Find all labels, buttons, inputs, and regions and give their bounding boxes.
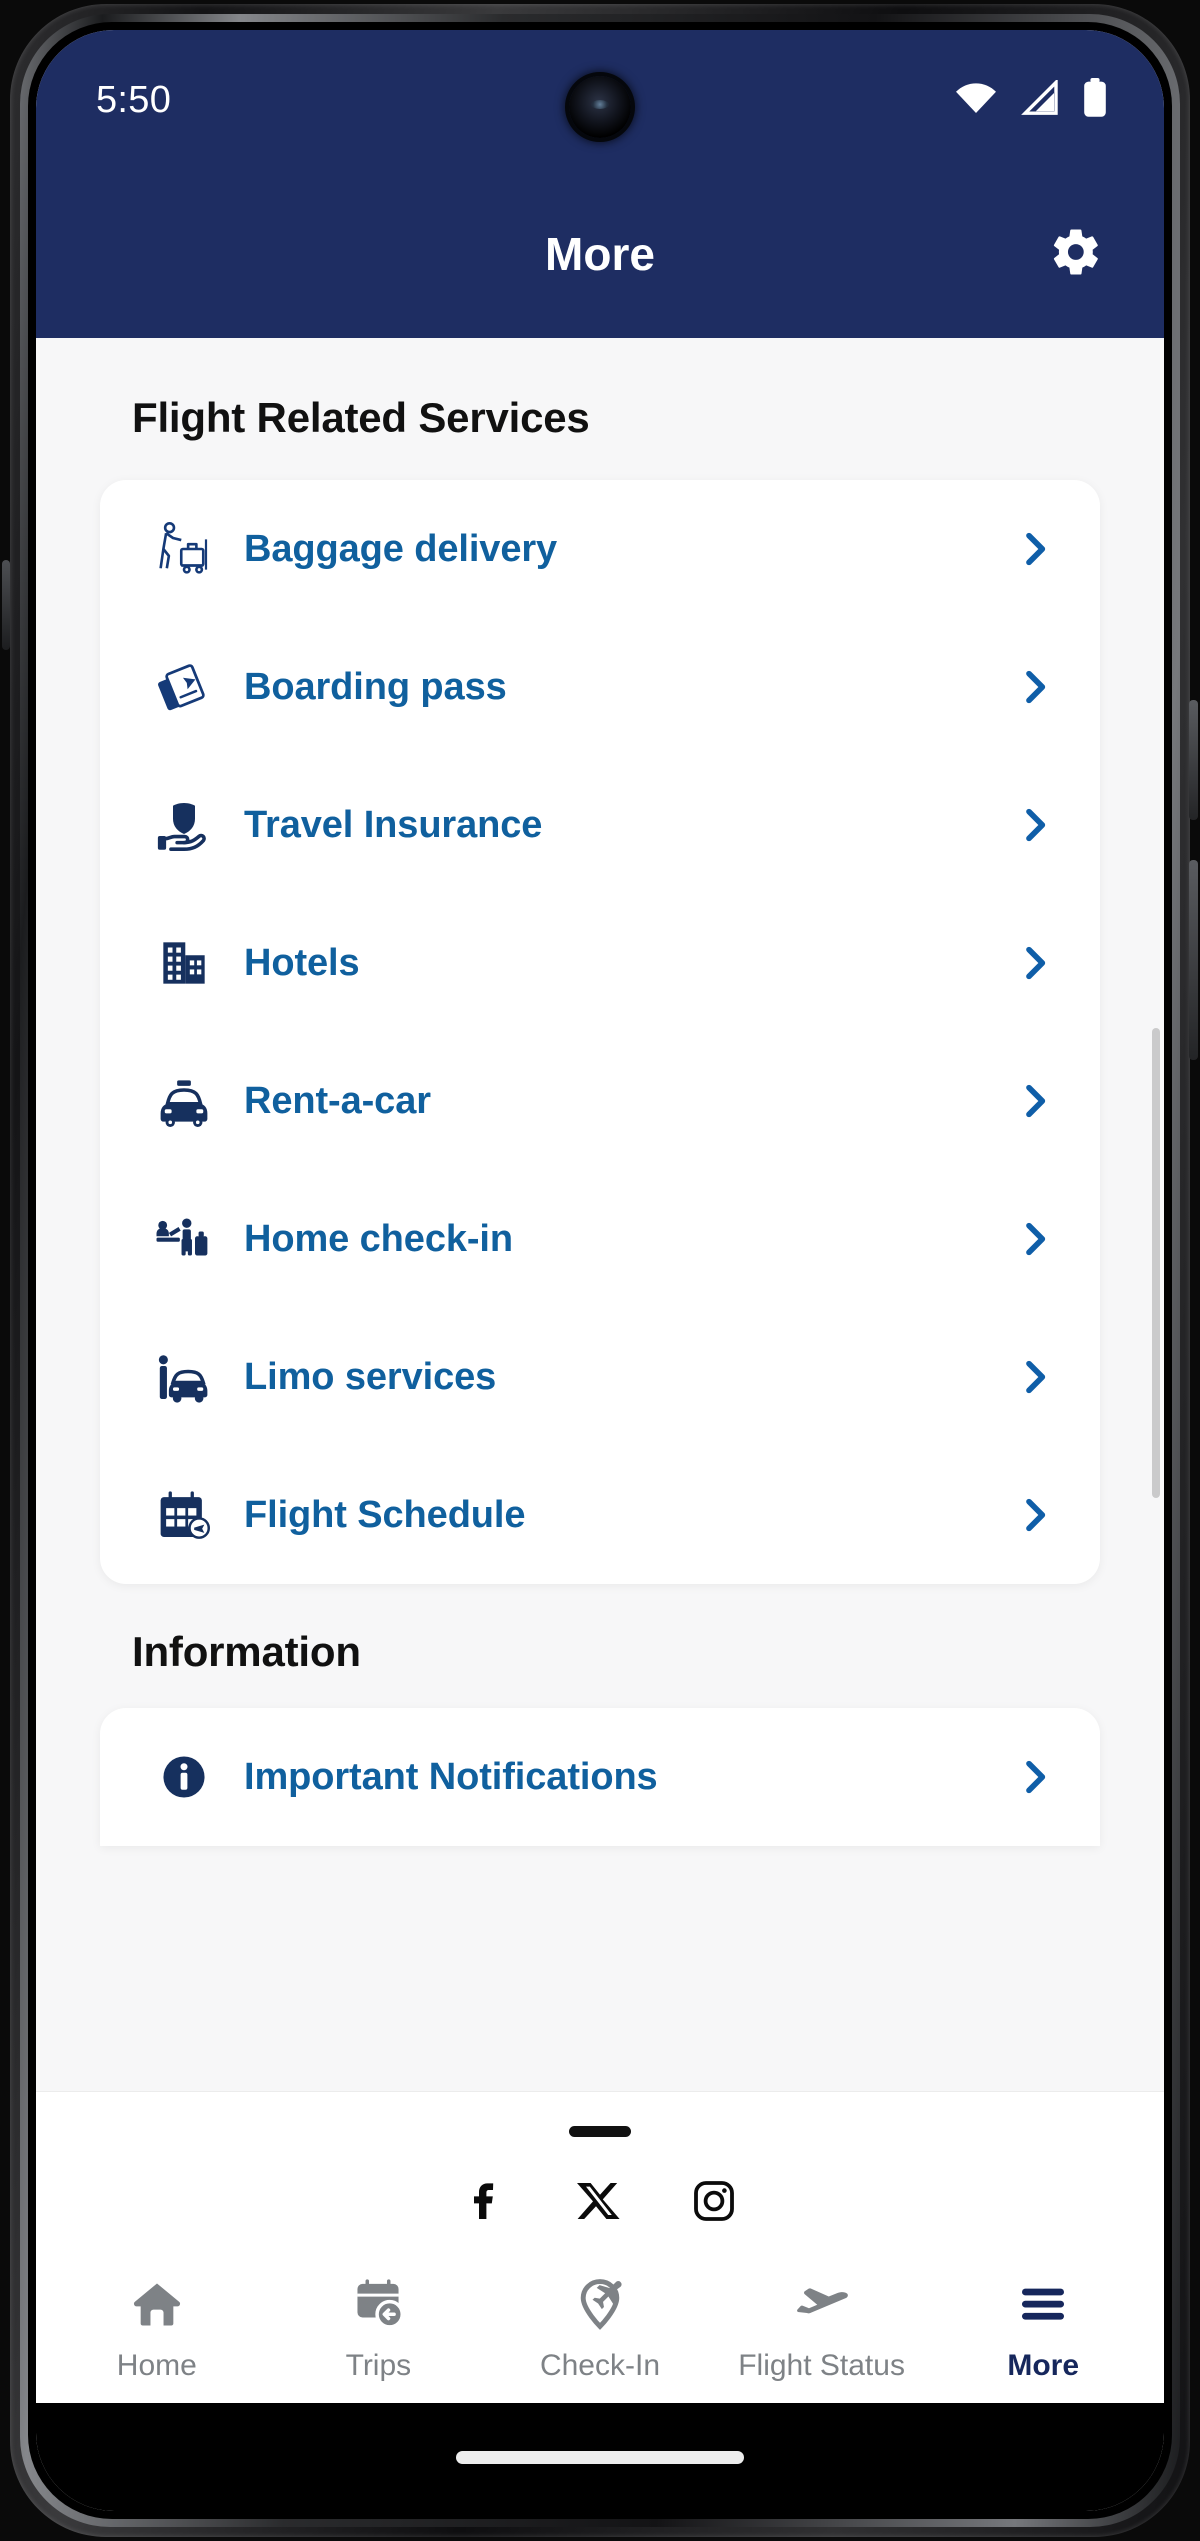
- system-gesture-area: [36, 2403, 1164, 2511]
- nav-tab-flight-status[interactable]: Flight Status: [711, 2261, 933, 2397]
- battery-icon: [1082, 77, 1108, 123]
- baggage-porter-icon: [138, 516, 230, 582]
- calendar-plane-icon: [138, 1482, 230, 1548]
- checkin-pin-icon: [572, 2276, 628, 2337]
- status-bar-icons: [954, 77, 1108, 123]
- section-title-flight-related-services: Flight Related Services: [132, 394, 590, 441]
- list-item-label: Baggage delivery: [244, 527, 558, 570]
- airplane-icon: [792, 2276, 852, 2337]
- list-item-limo-services[interactable]: Limo services: [100, 1308, 1100, 1446]
- scroll-content[interactable]: Flight Related Services Baggage delivery…: [36, 338, 1164, 2091]
- list-item-important-notifications[interactable]: Important Notifications: [100, 1708, 1100, 1846]
- list-item-boarding-pass[interactable]: Boarding pass: [100, 618, 1100, 756]
- boarding-pass-icon: [138, 654, 230, 720]
- nav-tab-label: Home: [116, 2348, 197, 2382]
- list-item-label: Important Notifications: [244, 1755, 658, 1798]
- chevron-right-icon: [1012, 1219, 1056, 1259]
- list-item-baggage-delivery[interactable]: Baggage delivery: [100, 480, 1100, 618]
- list-item-label: Hotels: [244, 941, 360, 984]
- list-item-label: Limo services: [244, 1355, 497, 1398]
- chevron-right-icon: [1012, 943, 1056, 983]
- hamburger-icon: [1015, 2276, 1071, 2337]
- status-bar-clock: 5:50: [96, 78, 172, 121]
- x-twitter-icon[interactable]: [576, 2177, 624, 2225]
- instagram-icon[interactable]: [690, 2177, 738, 2225]
- chevron-right-icon: [1012, 805, 1056, 845]
- app-bar: More: [36, 170, 1164, 338]
- nav-tab-label: Flight Status: [738, 2348, 905, 2382]
- phone-power-button[interactable]: [1189, 700, 1198, 820]
- chevron-right-icon: [1012, 667, 1056, 707]
- house-icon: [129, 2276, 185, 2337]
- nav-tab-home[interactable]: Home: [46, 2261, 268, 2397]
- shield-hand-icon: [138, 792, 230, 858]
- phone-volume-button[interactable]: [2, 560, 10, 650]
- nav-tab-trips[interactable]: Trips: [268, 2261, 490, 2397]
- nav-tab-label: Check-In: [539, 2348, 660, 2382]
- information-card: Important Notifications: [100, 1708, 1100, 1846]
- buildings-icon: [138, 932, 230, 994]
- list-item-travel-insurance[interactable]: Travel Insurance: [100, 756, 1100, 894]
- taxi-car-icon: [138, 1068, 230, 1134]
- nav-tab-label: More: [1007, 2348, 1080, 2382]
- list-item-label: Boarding pass: [244, 665, 507, 708]
- wifi-icon: [954, 81, 998, 120]
- chevron-right-icon: [1012, 529, 1056, 569]
- calendar-back-icon: [350, 2276, 406, 2337]
- bottom-sheet: [36, 2091, 1164, 2247]
- bottom-navigation-bar: Home Trips Check-In Flight Status More: [36, 2247, 1164, 2403]
- flight-related-services-card: Baggage delivery Boarding pass Travel In…: [100, 480, 1100, 1584]
- sheet-drag-handle[interactable]: [569, 2126, 631, 2137]
- facebook-icon[interactable]: [462, 2177, 510, 2225]
- front-camera-punch-hole: [569, 76, 631, 138]
- home-checkin-icon: [138, 1206, 230, 1272]
- chevron-right-icon: [1012, 1757, 1056, 1797]
- cellular-signal-icon: [1020, 77, 1060, 121]
- home-gesture-bar[interactable]: [456, 2450, 744, 2464]
- chevron-right-icon: [1012, 1495, 1056, 1535]
- scrollbar[interactable]: [1152, 1028, 1160, 1498]
- screenshot-stage: 5:50 More Flight Related Services Baggag…: [0, 0, 1200, 2541]
- nav-tab-more[interactable]: More: [932, 2261, 1154, 2397]
- list-item-flight-schedule[interactable]: Flight Schedule: [100, 1446, 1100, 1584]
- nav-tab-label: Trips: [345, 2348, 412, 2382]
- page-title: More: [545, 228, 655, 280]
- person-car-icon: [138, 1344, 230, 1410]
- section-title-information: Information: [132, 1628, 361, 1675]
- list-item-label: Rent-a-car: [244, 1079, 431, 1122]
- nav-tab-check-in[interactable]: Check-In: [489, 2261, 711, 2397]
- list-item-hotels[interactable]: Hotels: [100, 894, 1100, 1032]
- list-item-rent-a-car[interactable]: Rent-a-car: [100, 1032, 1100, 1170]
- list-item-label: Flight Schedule: [244, 1493, 526, 1536]
- info-circle-icon: [138, 1748, 230, 1806]
- list-item-label: Home check-in: [244, 1217, 514, 1260]
- chevron-right-icon: [1012, 1081, 1056, 1121]
- phone-volume-rocker[interactable]: [1189, 860, 1198, 1060]
- social-links: [36, 2137, 1164, 2247]
- status-bar: 5:50: [36, 30, 1164, 170]
- phone-screen: 5:50 More Flight Related Services Baggag…: [36, 30, 1164, 2511]
- chevron-right-icon: [1012, 1357, 1056, 1397]
- list-item-home-check-in[interactable]: Home check-in: [100, 1170, 1100, 1308]
- list-item-label: Travel Insurance: [244, 803, 543, 846]
